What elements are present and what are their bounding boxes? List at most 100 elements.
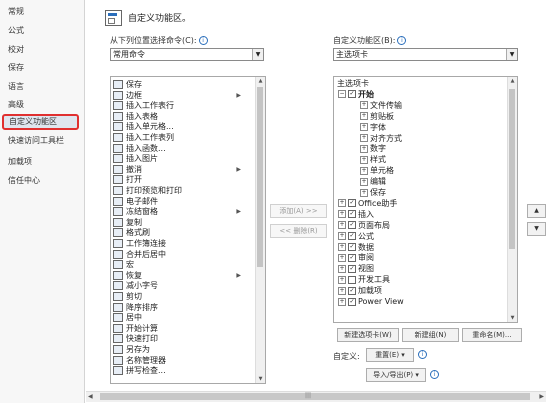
expand-icon[interactable]: +	[338, 221, 346, 230]
ribbon-tree-item[interactable]: + 编辑	[360, 177, 386, 186]
command-list-item[interactable]: 另存为	[113, 345, 253, 354]
ribbon-tree-item[interactable]: + 数字	[360, 144, 386, 153]
checkbox-checked[interactable]: ✓	[348, 199, 356, 208]
reset-button[interactable]: 重置(E) ▾	[366, 348, 414, 362]
checkbox-checked[interactable]: ✓	[348, 253, 356, 262]
sidebar-item-quick-access-toolbar[interactable]: 快速访问工具栏	[8, 134, 64, 148]
horizontal-scrollbar[interactable]: ◀ ||| ▶	[86, 391, 546, 402]
checkbox-checked[interactable]: ✓	[348, 286, 356, 295]
command-list-item[interactable]: 剪切	[113, 292, 253, 301]
expand-icon[interactable]: +	[338, 297, 346, 306]
ribbon-tree-item[interactable]: + 单元格	[360, 166, 394, 175]
command-list-item[interactable]: 插入工作表行	[113, 101, 253, 111]
sidebar-item-proofing[interactable]: 校对	[8, 43, 24, 57]
ribbon-tree-item[interactable]: + 保存	[360, 188, 386, 197]
command-list-item[interactable]: 边框 ▶	[113, 90, 253, 100]
expand-icon[interactable]: +	[360, 166, 368, 175]
sidebar-item-language[interactable]: 语言	[8, 80, 24, 94]
command-list-item[interactable]: 冻结窗格 ▶	[113, 207, 253, 217]
expand-icon[interactable]: +	[360, 144, 368, 153]
expand-icon[interactable]: +	[360, 134, 368, 142]
checkbox-checked[interactable]: ✓	[348, 210, 356, 219]
checkbox-checked[interactable]: ✓	[348, 90, 356, 99]
scroll-left-icon[interactable]: ◀	[88, 393, 93, 400]
move-up-button[interactable]: ▲	[527, 204, 546, 218]
checkbox-unchecked[interactable]	[348, 275, 356, 284]
expand-icon[interactable]: +	[360, 155, 368, 164]
sidebar-item-trust-center[interactable]: 信任中心	[8, 174, 40, 188]
command-list-item[interactable]: 复制	[113, 217, 253, 227]
expand-icon[interactable]: +	[338, 286, 346, 295]
expand-icon[interactable]: +	[338, 199, 346, 208]
command-list-item[interactable]: 插入工作表列	[113, 133, 253, 142]
scrollbar-thumb[interactable]	[257, 87, 263, 267]
new-tab-button[interactable]: 新建选项卡(W)	[337, 328, 399, 342]
command-list-item[interactable]: 恢复 ▶	[113, 270, 253, 280]
command-list-item[interactable]: 撤消 ▶	[113, 164, 253, 174]
scroll-right-icon[interactable]: ▶	[539, 393, 544, 400]
ribbon-tree[interactable]: 主选项卡 − ✓ 开始 + 文件传输 + 剪贴板 + 字体 + 对齐方式 + 数字 + 样式 + 单元格 + 编辑 + 保…	[333, 76, 518, 323]
ribbon-tree-item[interactable]: + 对齐方式	[360, 134, 402, 143]
expand-icon[interactable]: +	[360, 123, 368, 132]
ribbon-tree-item[interactable]: + 字体	[360, 123, 386, 132]
checkbox-checked[interactable]: ✓	[348, 264, 356, 273]
command-list-item[interactable]: 减小字号	[113, 281, 253, 291]
ribbon-tree-scrollbar[interactable]: ▲ ▼	[507, 77, 517, 322]
command-list-item[interactable]: 打印预览和打印	[113, 186, 253, 195]
expand-icon[interactable]: +	[360, 177, 368, 186]
ribbon-tree-item[interactable]: + 剪贴板	[360, 112, 394, 121]
new-group-button[interactable]: 新建组(N)	[402, 328, 459, 342]
ribbon-tree-item[interactable]: + ✓ 审阅	[338, 253, 374, 262]
expand-icon[interactable]: +	[360, 101, 368, 110]
expand-icon[interactable]: +	[360, 112, 368, 121]
expand-icon[interactable]: +	[338, 232, 346, 241]
expand-icon[interactable]: +	[360, 188, 368, 197]
ribbon-tree-item[interactable]: + ✓ 视图	[338, 264, 374, 273]
command-list-item[interactable]: 插入单元格...	[113, 122, 253, 132]
commands-list[interactable]: 保存 边框 ▶ 插入工作表行 插入表格 插入单元格... 插入工作表列 插入函数... 插入图片…	[110, 76, 266, 384]
command-list-item[interactable]: 开始计算	[113, 323, 253, 333]
scroll-down-icon[interactable]: ▼	[508, 314, 517, 322]
command-list-item[interactable]: 名称管理器	[113, 355, 253, 365]
ribbon-tree-item[interactable]: + ✓ Power View	[338, 297, 404, 306]
command-list-item[interactable]: 宏	[113, 260, 253, 270]
scrollbar-thumb[interactable]	[509, 89, 515, 249]
command-list-item[interactable]: 合并后居中	[113, 249, 253, 259]
ribbon-tree-item[interactable]: + ✓ 加载项	[338, 286, 382, 295]
sidebar-item-advanced[interactable]: 高级	[8, 98, 24, 112]
checkbox-checked[interactable]: ✓	[348, 243, 356, 251]
command-list-item[interactable]: 打开	[113, 175, 253, 185]
ribbon-tree-item[interactable]: + 样式	[360, 155, 386, 164]
ribbon-tree-item[interactable]: + ✓ 公式	[338, 232, 374, 241]
commands-list-scrollbar[interactable]: ▲ ▼	[255, 77, 265, 383]
expand-icon[interactable]: +	[338, 264, 346, 273]
remove-button[interactable]: << 删除(R)	[270, 224, 327, 238]
checkbox-checked[interactable]: ✓	[348, 297, 356, 306]
sidebar-item-save[interactable]: 保存	[8, 61, 24, 75]
import-export-button[interactable]: 导入/导出(P) ▾	[366, 368, 426, 382]
sidebar-item-general[interactable]: 常规	[8, 5, 24, 19]
command-list-item[interactable]: 格式刷	[113, 228, 253, 238]
scroll-down-icon[interactable]: ▼	[256, 375, 265, 383]
expand-icon[interactable]: +	[338, 275, 346, 284]
expand-icon[interactable]: +	[338, 253, 346, 262]
command-list-item[interactable]: 拼写检查...	[113, 366, 253, 376]
add-button[interactable]: 添加(A) >>	[270, 204, 327, 218]
ribbon-tree-item[interactable]: − ✓ 开始	[338, 90, 374, 99]
checkbox-checked[interactable]: ✓	[348, 232, 356, 241]
ribbon-tree-item[interactable]: + ✓ 页面布局	[338, 221, 390, 230]
expand-icon[interactable]: +	[338, 243, 346, 251]
ribbon-tabs-dropdown[interactable]: 主选项卡 ▼	[333, 48, 518, 61]
scrollbar-thumb[interactable]: |||	[100, 392, 530, 400]
ribbon-tree-item[interactable]: + 开发工具	[338, 275, 390, 284]
choose-commands-dropdown[interactable]: 常用命令 ▼	[110, 48, 264, 61]
command-list-item[interactable]: 降序排序	[113, 302, 253, 312]
scroll-up-icon[interactable]: ▲	[256, 77, 265, 85]
command-list-item[interactable]: 保存	[113, 80, 253, 89]
sidebar-item-add-ins[interactable]: 加载项	[8, 155, 32, 169]
ribbon-tree-item[interactable]: + 文件传输	[360, 101, 402, 110]
rename-button[interactable]: 重命名(M)...	[462, 328, 522, 342]
collapse-icon[interactable]: −	[338, 90, 346, 99]
ribbon-tree-item[interactable]: + ✓ 插入	[338, 210, 374, 219]
move-down-button[interactable]: ▼	[527, 222, 546, 236]
